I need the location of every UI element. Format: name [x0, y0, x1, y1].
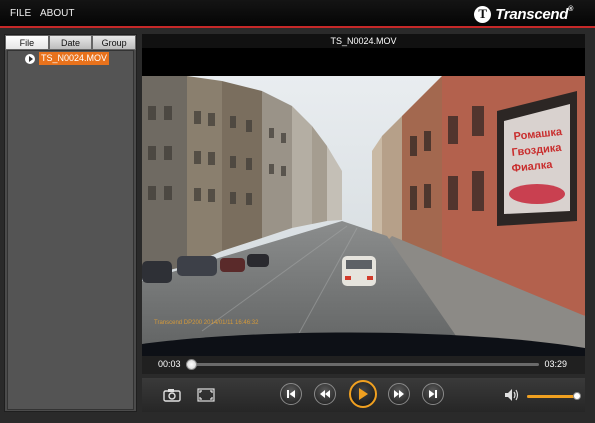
seek-bar: 00:03 03:29 [142, 356, 585, 374]
fullscreen-icon [197, 388, 215, 402]
playback-controls [142, 378, 585, 412]
camera-icon [163, 389, 181, 402]
volume-slider[interactable] [527, 392, 582, 400]
volume-level [527, 395, 578, 398]
fullscreen-button[interactable] [196, 387, 216, 403]
brand-name: Transcend® [495, 5, 573, 23]
tab-group[interactable]: Group [92, 35, 137, 50]
play-icon [359, 388, 368, 400]
volume-icon [505, 389, 519, 401]
file-browser-panel: File Date Group TS_N0024.MOV [4, 34, 137, 412]
mute-button[interactable] [502, 387, 522, 403]
file-list: TS_N0024.MOV [7, 50, 134, 410]
tab-file[interactable]: File [5, 35, 49, 50]
menu-file[interactable]: FILE [10, 8, 31, 19]
video-title: TS_N0024.MOV [142, 34, 585, 48]
next-button[interactable] [422, 383, 444, 405]
fast-forward-button[interactable] [388, 383, 410, 405]
list-item[interactable]: TS_N0024.MOV [25, 52, 110, 65]
total-time: 03:29 [544, 359, 567, 369]
snapshot-button[interactable] [162, 387, 182, 403]
menu-about[interactable]: ABOUT [40, 8, 74, 19]
fast-forward-icon [394, 390, 404, 398]
menu-bar: FILE ABOUT T Transcend® [0, 0, 595, 28]
play-button[interactable] [349, 380, 377, 408]
video-frame[interactable]: Ромашка Гвоздика Фиалка Transcend DP200 … [142, 76, 585, 359]
brand-logo: T Transcend® [474, 5, 573, 23]
svg-text:Transcend DP200 2014/01/11 16:: Transcend DP200 2014/01/11 16:46:32 [154, 320, 259, 326]
volume-handle[interactable] [573, 392, 582, 400]
seek-slider[interactable] [186, 359, 539, 370]
rewind-button[interactable] [314, 383, 336, 405]
file-name: TS_N0024.MOV [39, 52, 110, 65]
file-browser-tabs: File Date Group [5, 35, 137, 50]
video-panel: TS_N0024.MOV Ромашка Гвоздика Фиалка Tra… [142, 34, 585, 374]
skip-next-icon [429, 390, 437, 398]
play-circle-icon [25, 53, 35, 64]
seek-handle[interactable] [186, 359, 198, 370]
current-time: 00:03 [158, 359, 181, 369]
previous-button[interactable] [280, 383, 302, 405]
transcend-logo-icon: T [474, 5, 492, 23]
tab-date[interactable]: Date [48, 35, 93, 50]
skip-previous-icon [287, 390, 295, 398]
rewind-icon [320, 390, 330, 398]
street-scene-image: Ромашка Гвоздика Фиалка Transcend DP200 … [142, 76, 585, 359]
